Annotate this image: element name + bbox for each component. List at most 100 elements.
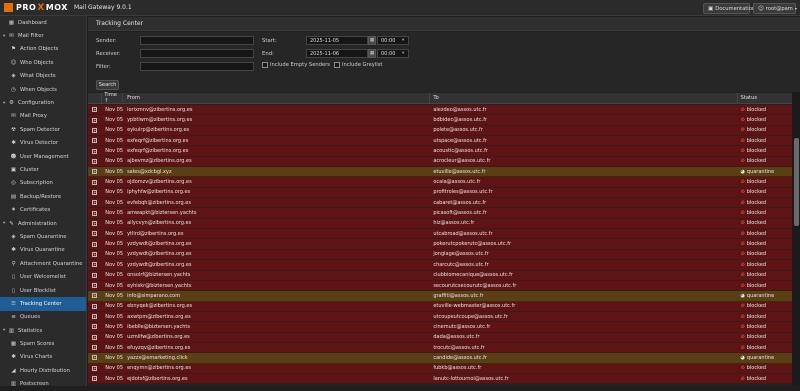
table-row[interactable]: + Nov 05 02:28:16enqymn@zibertins.org.es f… bbox=[88, 363, 792, 374]
include-greylist-checkbox[interactable]: Include Greylist bbox=[334, 62, 382, 68]
sidebar-item-virus-quarantine[interactable]: ✱ Virus Quarantine bbox=[0, 244, 86, 257]
expand-row-icon[interactable]: + bbox=[92, 127, 97, 133]
sidebar-item-spam-quarantine[interactable]: ◈ Spam Quarantine bbox=[0, 230, 86, 243]
sidebar-item-what-objects[interactable]: ◈ What Objects bbox=[0, 70, 86, 83]
table-row[interactable]: + Nov 05 02:10:57efuyzqv@zibertins.org.es… bbox=[88, 342, 792, 354]
table-row[interactable]: + Nov 05 01:14:19sales@xdcbgl.xyz etuville… bbox=[88, 167, 792, 178]
sidebar-item-hourly-distribution[interactable]: ◢ Hourly Distribution bbox=[0, 364, 86, 377]
table-row[interactable]: + Nov 05 02:02:06ibeblle@biztersen.yachts… bbox=[88, 322, 792, 333]
sidebar-item-cluster[interactable]: ▣ Cluster bbox=[0, 163, 86, 176]
user-menu-button[interactable]: ☺ root@pam ▾ bbox=[753, 3, 797, 14]
table-row[interactable]: + Nov 05 01:57:17ebnyqek@zibertins.org.es… bbox=[88, 301, 792, 312]
sidebar-item-mail-filter[interactable]: ▾ ✉ Mail Filter bbox=[0, 29, 86, 42]
table-row[interactable]: + Nov 05 01:33:35ailycvyn@zibertins.org.e… bbox=[88, 218, 792, 230]
expand-row-icon[interactable]: + bbox=[92, 189, 97, 195]
sidebar-item-when-objects[interactable]: ◷ When Objects bbox=[0, 83, 86, 96]
start-date-input[interactable]: 2025-11-05 bbox=[306, 36, 368, 45]
sidebar-item-queues[interactable]: ≡ Queues bbox=[0, 311, 86, 324]
expand-row-icon[interactable]: + bbox=[92, 365, 97, 371]
end-date-input[interactable]: 2025-11-06 bbox=[306, 49, 368, 58]
expand-row-icon[interactable]: + bbox=[92, 251, 97, 257]
sidebar-item-virus-detector[interactable]: ✱ Virus Detector bbox=[0, 137, 86, 150]
expand-row-icon[interactable]: + bbox=[92, 376, 97, 382]
expand-row-icon[interactable]: + bbox=[92, 117, 97, 123]
expand-row-icon[interactable]: + bbox=[92, 231, 97, 237]
table-row[interactable]: + Nov 05 00:47:14lorixmnv@zibertins.org.e… bbox=[88, 105, 792, 116]
sidebar-item-user-welcomelist[interactable]: ▯ User Welcomelist bbox=[0, 270, 86, 283]
table-row[interactable]: + Nov 05 01:45:11yzdywdt@zibertins.org.es… bbox=[88, 260, 792, 271]
sidebar-item-who-objects[interactable]: ☺ Who Objects bbox=[0, 56, 86, 69]
chevron-down-icon[interactable]: ▾ bbox=[3, 34, 7, 39]
expand-row-icon[interactable]: + bbox=[92, 210, 97, 216]
sidebar-item-tracking-center[interactable]: ☰ Tracking Center bbox=[0, 297, 86, 311]
table-row[interactable]: + Nov 05 01:45:11yzdywdt@zibertins.org.es… bbox=[88, 239, 792, 250]
table-row[interactable]: + Nov 05 00:53:39eykulrp@zibertins.org.es… bbox=[88, 125, 792, 137]
sidebar-item-statistics[interactable]: ▾ ▥ Statistics bbox=[0, 324, 86, 337]
filter-input[interactable] bbox=[140, 62, 254, 71]
expand-row-icon[interactable]: + bbox=[92, 158, 97, 164]
expand-row-icon[interactable]: + bbox=[92, 283, 97, 289]
sidebar-item-postscreen[interactable]: ▥ Postscreen bbox=[0, 378, 86, 391]
expand-row-icon[interactable]: + bbox=[92, 355, 97, 361]
table-row[interactable]: + Nov 05 01:47:33eyhiskr@biztersen.yachts… bbox=[88, 280, 792, 292]
expand-row-icon[interactable]: + bbox=[92, 272, 97, 278]
expand-row-icon[interactable]: + bbox=[92, 107, 97, 113]
start-time-chevron-down-icon[interactable]: ▾ bbox=[402, 38, 404, 43]
table-row[interactable]: + Nov 05 00:49:14ypbtlwm@zibertins.org.es… bbox=[88, 115, 792, 126]
expand-row-icon[interactable]: + bbox=[92, 293, 97, 299]
chevron-down-icon[interactable]: ▾ bbox=[3, 221, 7, 226]
sidebar-item-configuration[interactable]: ▾ ⚙ Configuration bbox=[0, 96, 86, 109]
table-row[interactable]: + Nov 05 02:03:48uzmlifw@zibertins.org.es… bbox=[88, 332, 792, 343]
table-row[interactable]: + Nov 05 01:29:37iphyhfw@zibertins.org.es… bbox=[88, 187, 792, 199]
sidebar-item-spam-detector[interactable]: ☢ Spam Detector bbox=[0, 123, 86, 136]
sidebar-item-mail-proxy[interactable]: ✉ Mail Proxy bbox=[0, 110, 86, 123]
receiver-input[interactable] bbox=[140, 49, 254, 58]
expand-row-icon[interactable]: + bbox=[92, 148, 97, 154]
table-row[interactable]: + Nov 05 01:37:39ytlird@zibertins.org.es u… bbox=[88, 229, 792, 240]
table-row[interactable]: + Nov 05 01:07:53exfeqrf@zibertins.org.es… bbox=[88, 146, 792, 157]
sidebar-item-virus-charts[interactable]: ✱ Virus Charts bbox=[0, 351, 86, 364]
column-header-time[interactable]: Time ↑ bbox=[102, 92, 124, 104]
expand-row-icon[interactable]: + bbox=[92, 241, 97, 247]
table-row[interactable]: + Nov 05 01:45:11yzdywdt@zibertins.org.es… bbox=[88, 249, 792, 261]
expand-row-icon[interactable]: + bbox=[92, 220, 97, 226]
vertical-scrollbar[interactable] bbox=[792, 92, 800, 386]
expand-row-icon[interactable]: + bbox=[92, 345, 97, 351]
table-row[interactable]: + Nov 05 01:59:28axwtpm@zibertins.org.es u… bbox=[88, 311, 792, 323]
sidebar-item-certificates[interactable]: ✷ Certificates bbox=[0, 203, 86, 216]
sidebar-item-subscription[interactable]: ◎ Subscription bbox=[0, 177, 86, 190]
table-row[interactable]: + Nov 05 01:45:57onsolrf@biztersen.yachts… bbox=[88, 270, 792, 281]
sidebar-item-action-objects[interactable]: ⚑ Action Objects bbox=[0, 43, 86, 56]
table-row[interactable]: + Nov 05 02:33:36ejdotsf@zibertins.org.es… bbox=[88, 373, 792, 385]
sender-input[interactable] bbox=[140, 36, 254, 45]
scrollbar-thumb[interactable] bbox=[794, 138, 799, 226]
expand-row-icon[interactable]: + bbox=[92, 179, 97, 185]
table-row[interactable]: + Nov 05 01:07:53exfeqrf@zibertins.org.es… bbox=[88, 136, 792, 147]
sidebar-item-administration[interactable]: ▾ ✎ Administration bbox=[0, 217, 86, 230]
chevron-down-icon[interactable]: ▾ bbox=[3, 101, 7, 106]
include-empty-senders-checkbox[interactable]: Include Empty Senders bbox=[262, 62, 330, 68]
expand-row-icon[interactable]: + bbox=[92, 262, 97, 268]
sidebar-item-dashboard[interactable]: ▦ Dashboard bbox=[0, 16, 86, 29]
sidebar-item-attachment-quarantine[interactable]: ⚲ Attachment Quarantine bbox=[0, 257, 86, 270]
expand-row-icon[interactable]: + bbox=[92, 324, 97, 330]
sidebar-item-backup-restore[interactable]: ▤ Backup/Restore bbox=[0, 190, 86, 203]
chevron-down-icon[interactable]: ▾ bbox=[3, 328, 7, 333]
expand-row-icon[interactable]: + bbox=[92, 200, 97, 206]
expand-row-icon[interactable]: + bbox=[92, 169, 97, 175]
expand-row-icon[interactable]: + bbox=[92, 303, 97, 309]
sidebar-item-user-management[interactable]: ☻ User Management bbox=[0, 150, 86, 163]
column-header-from[interactable]: From bbox=[123, 93, 431, 103]
table-row[interactable]: + Nov 05 01:31:27evfebqh@zibertins.org.es… bbox=[88, 198, 792, 209]
column-header-to[interactable]: To bbox=[430, 93, 738, 103]
column-header-status[interactable]: Status bbox=[738, 93, 792, 103]
sidebar-item-user-blocklist[interactable]: ▯ User Blocklist bbox=[0, 284, 86, 297]
end-time-chevron-down-icon[interactable]: ▾ bbox=[402, 51, 404, 56]
table-row[interactable]: + Nov 05 01:56:16info@simparano.com graffi… bbox=[88, 291, 792, 302]
table-row[interactable]: + Nov 05 01:13:49ajbevmz@zibertins.org.es… bbox=[88, 156, 792, 168]
start-calendar-icon[interactable]: ▦ bbox=[368, 36, 376, 45]
table-row[interactable]: + Nov 05 02:22:12yazzx@emarketing.click ca… bbox=[88, 353, 792, 364]
end-calendar-icon[interactable]: ▦ bbox=[368, 49, 376, 58]
table-row[interactable]: + Nov 05 01:32:30amwapkt@biztersen.yachts… bbox=[88, 208, 792, 219]
expand-row-icon[interactable]: + bbox=[92, 314, 97, 320]
